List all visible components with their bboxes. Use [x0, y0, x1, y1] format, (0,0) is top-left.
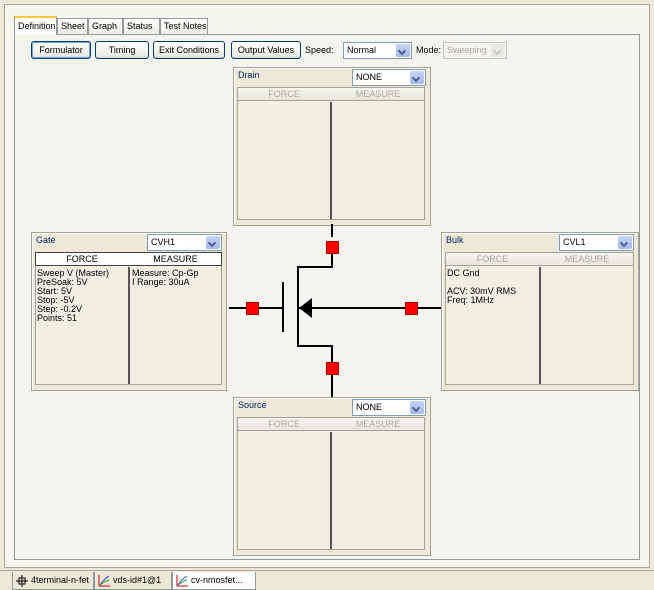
speed-select[interactable]: Normal: [343, 42, 412, 59]
source-lead: [331, 345, 333, 363]
bulk-smu-select[interactable]: CVL1: [559, 234, 634, 251]
definition-panel: Formulator Timing Exit Conditions Output…: [14, 34, 640, 560]
source-force-tab: FORCE: [268, 419, 300, 429]
gate-node[interactable]: [246, 302, 259, 315]
exit-conditions-button[interactable]: Exit Conditions: [153, 41, 225, 59]
doc-tab-label: vds-id#1@1: [113, 575, 162, 585]
mode-label: Mode:: [416, 45, 442, 55]
formulator-button[interactable]: Formulator: [31, 41, 91, 59]
source-divider: [330, 432, 332, 549]
chevron-down-icon: [491, 44, 505, 57]
mode-select: Sweeping: [443, 42, 507, 59]
output-values-button[interactable]: Output Values: [231, 41, 301, 59]
chevron-down-icon[interactable]: [206, 236, 220, 249]
bulk-force-info: DC Gnd ACV: 30mV RMS Freq: 1MHz: [447, 268, 517, 305]
source-smu-value: NONE: [356, 402, 383, 412]
gate-plate: [282, 282, 284, 332]
source-measure-tab: MEASURE: [355, 419, 401, 429]
source-node[interactable]: [326, 362, 339, 375]
arrow-icon: [299, 298, 312, 318]
tab-status[interactable]: Status: [123, 18, 160, 34]
doc-tab-vds-id[interactable]: vds-id#1@1: [94, 572, 172, 590]
tab-definition[interactable]: Definition: [14, 16, 57, 35]
source-terminal: Source NONE FORCE MEASURE: [233, 397, 431, 556]
bulk-node[interactable]: [405, 302, 418, 315]
tab-test-notes[interactable]: Test Notes: [160, 18, 208, 34]
drain-measure-tab: MEASURE: [355, 89, 401, 99]
doc-tab-cv-nmosfet[interactable]: cv-nmosfet...: [172, 572, 256, 590]
test-icon: [176, 575, 188, 587]
tab-graph[interactable]: Graph: [88, 18, 123, 34]
bulk-smu-value: CVL1: [563, 237, 586, 247]
gate-wire-inner: [259, 307, 282, 309]
drain-smu-select[interactable]: NONE: [352, 69, 426, 86]
source-smu-select[interactable]: NONE: [352, 399, 426, 416]
bulk-title: Bulk: [446, 235, 464, 245]
gate-title: Gate: [36, 235, 56, 245]
gate-terminal: Gate CVH1 FORCE MEASURE Sweep V (Master)…: [31, 232, 227, 391]
chevron-down-icon[interactable]: [396, 44, 410, 57]
drain-title: Drain: [238, 70, 260, 80]
mode-value: Sweeping: [447, 45, 487, 55]
doc-tab-label: 4terminal-n-fet: [31, 575, 90, 585]
gate-smu-select[interactable]: CVH1: [147, 234, 222, 251]
speed-label: Speed:: [305, 45, 334, 55]
gate-wire-outer: [229, 307, 247, 309]
document-tab-bar: 4terminal-n-fet vds-id#1@1 cv-nmosfet...: [0, 570, 654, 590]
speed-value: Normal: [347, 45, 377, 55]
bulk-measure-tab: MEASURE: [564, 254, 610, 264]
drain-node[interactable]: [326, 241, 339, 254]
chevron-down-icon[interactable]: [410, 71, 424, 84]
gate-smu-value: CVH1: [151, 237, 176, 247]
drain-terminal: Drain NONE FORCE MEASURE: [233, 67, 431, 226]
gate-force-info: Sweep V (Master) PreSoak: 5V Start: 5V S…: [37, 268, 110, 323]
test-icon: [98, 575, 110, 587]
drain-force-tab: FORCE: [268, 89, 300, 99]
gate-measure-info: Measure: Cp-Gp I Range: 30uA: [132, 268, 199, 287]
source-title: Source: [238, 400, 267, 410]
source-wire: [331, 375, 333, 397]
gate-force-tab[interactable]: FORCE: [35, 253, 129, 266]
drain-divider: [330, 102, 332, 219]
drain-wire: [331, 224, 333, 237]
chevron-down-icon[interactable]: [618, 236, 632, 249]
gate-measure-tab[interactable]: MEASURE: [129, 253, 222, 266]
drain-horizontal: [297, 266, 333, 268]
chevron-down-icon[interactable]: [410, 401, 424, 414]
gate-divider: [128, 267, 130, 384]
device-icon: [16, 575, 28, 587]
tab-sheet[interactable]: Sheet: [57, 18, 88, 34]
bulk-force-tab: FORCE: [476, 254, 509, 264]
bulk-wire: [299, 307, 405, 309]
timing-button[interactable]: Timing: [95, 41, 149, 59]
source-horizontal: [297, 345, 333, 347]
drain-smu-value: NONE: [356, 72, 383, 82]
bulk-terminal: Bulk CVL1 FORCE MEASURE DC Gnd ACV: 30mV…: [441, 232, 639, 391]
doc-tab-4terminal-n-fet[interactable]: 4terminal-n-fet: [12, 572, 94, 590]
bulk-divider: [539, 267, 541, 384]
doc-tab-label: cv-nmosfet...: [191, 575, 243, 585]
bulk-wire-outer: [418, 307, 441, 309]
